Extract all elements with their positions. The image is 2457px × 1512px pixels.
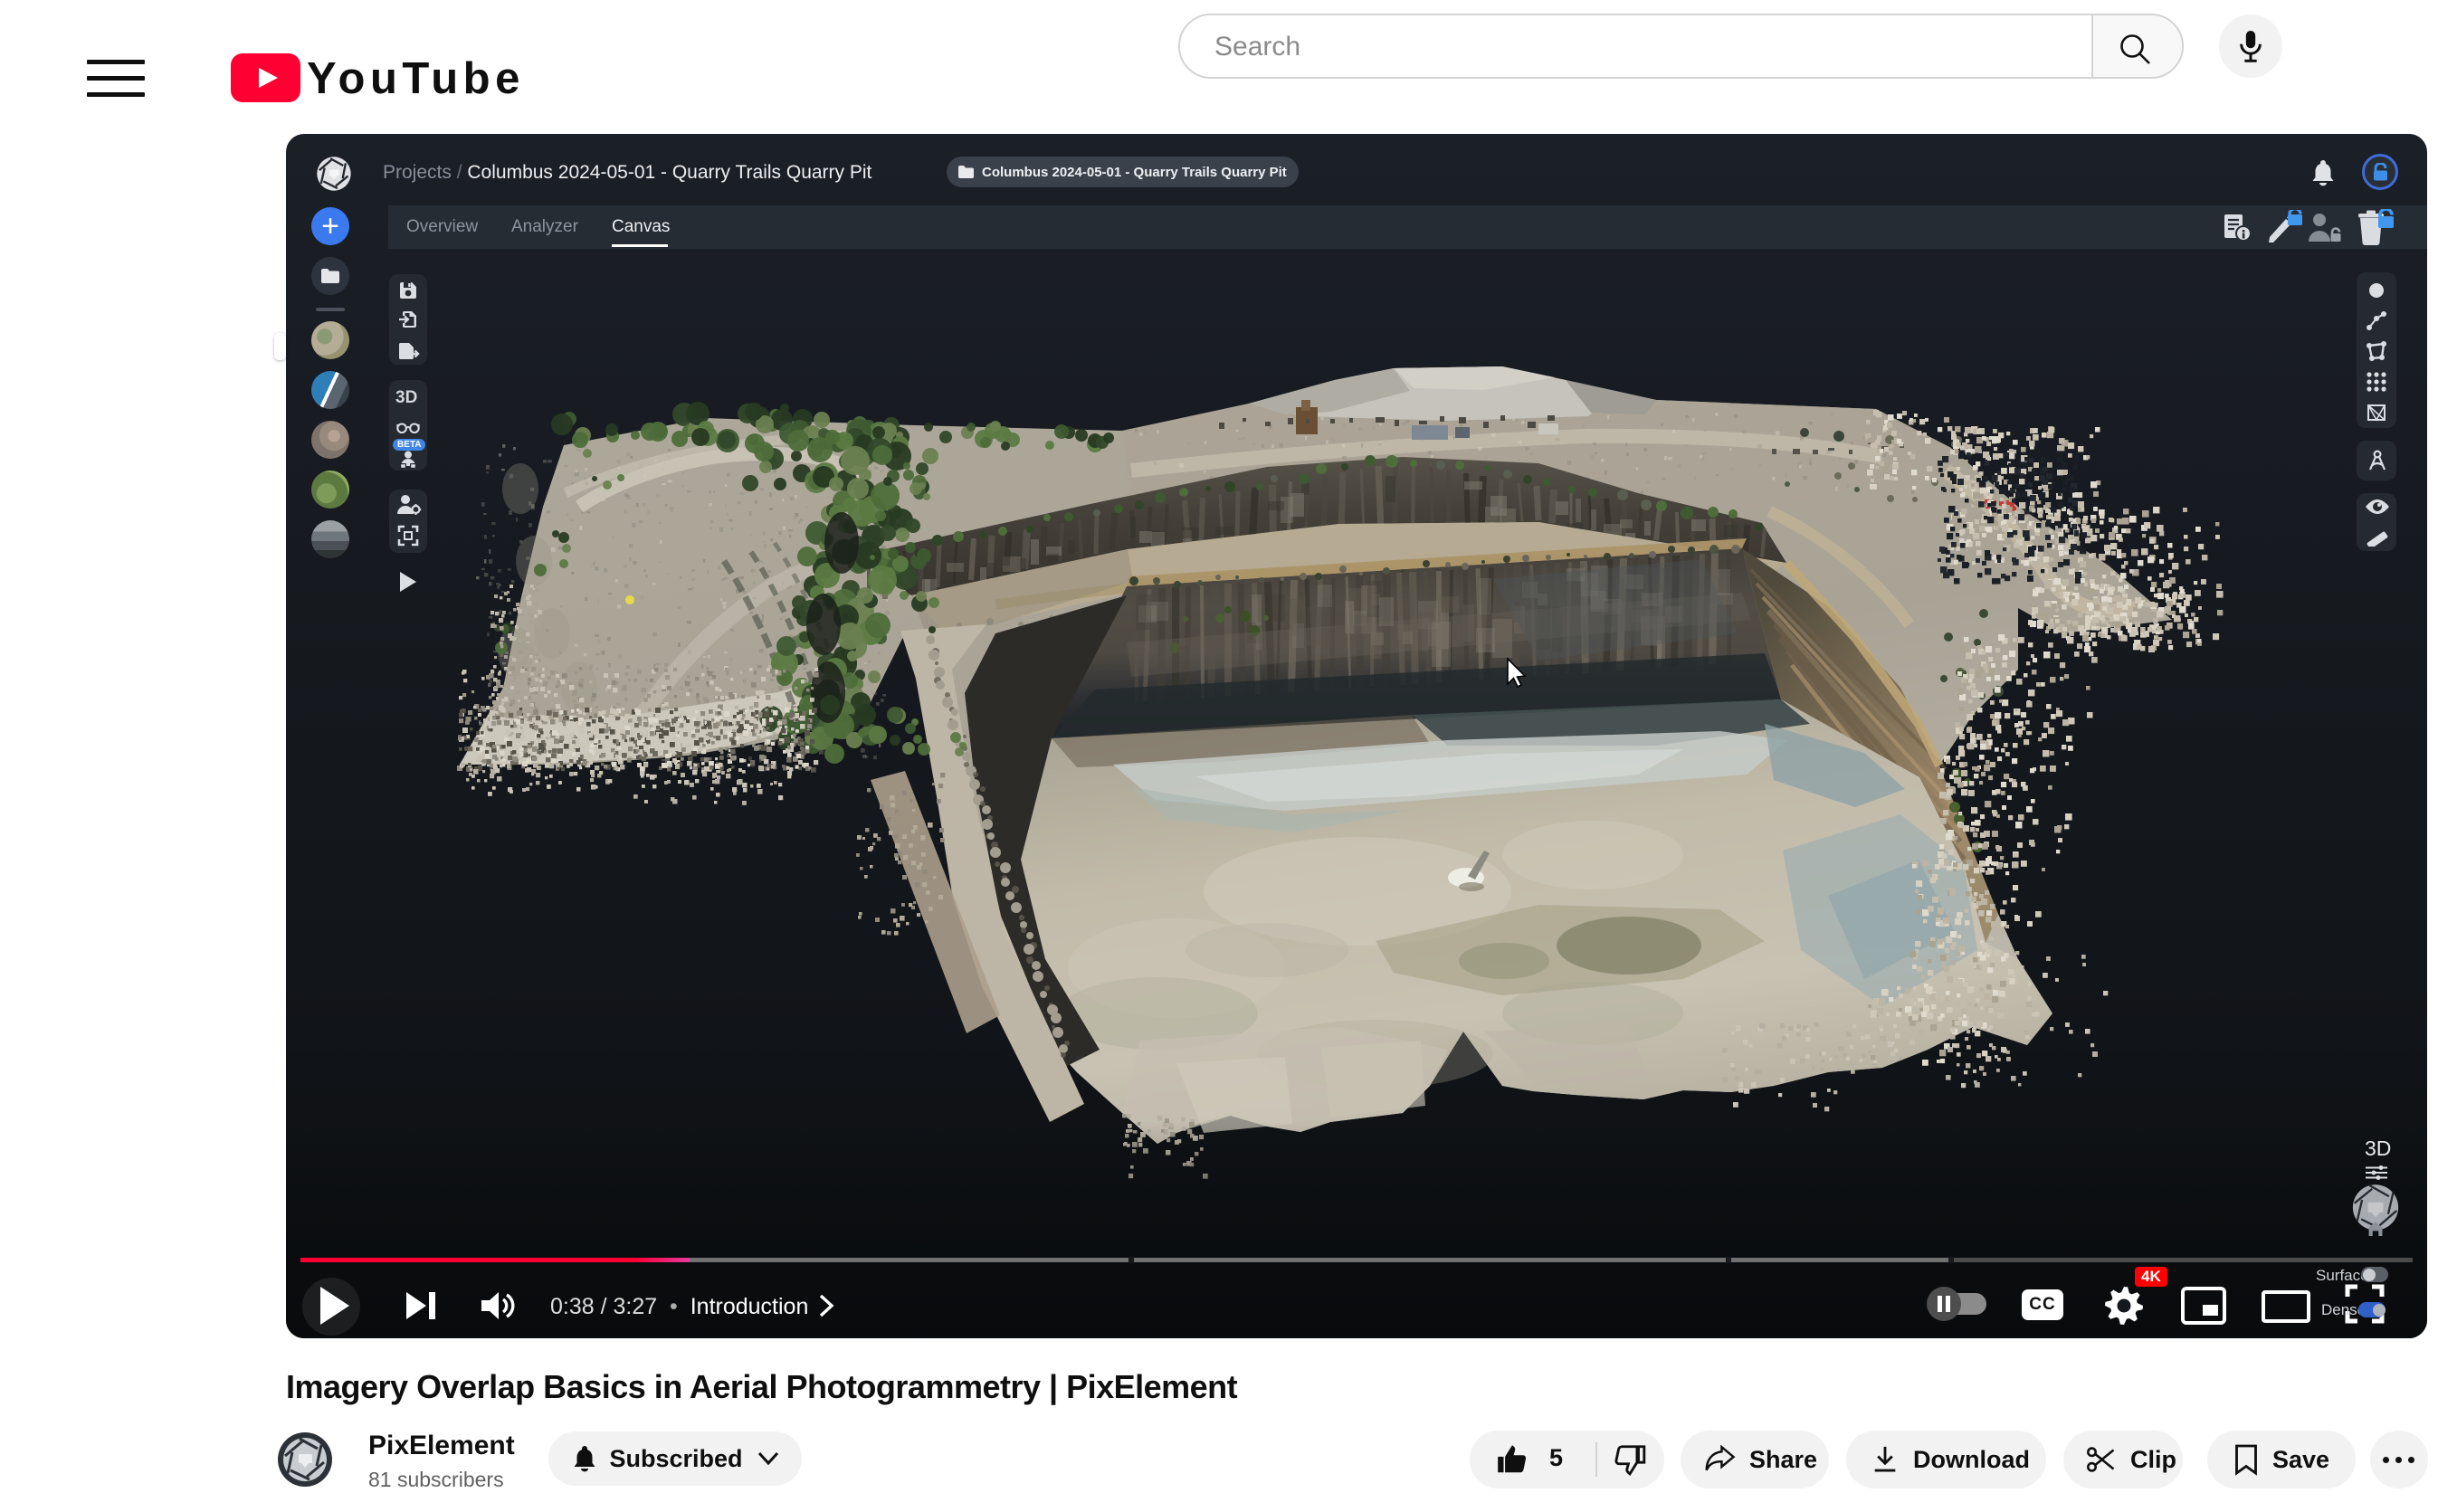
svg-text:YouTube: YouTube (307, 54, 525, 103)
